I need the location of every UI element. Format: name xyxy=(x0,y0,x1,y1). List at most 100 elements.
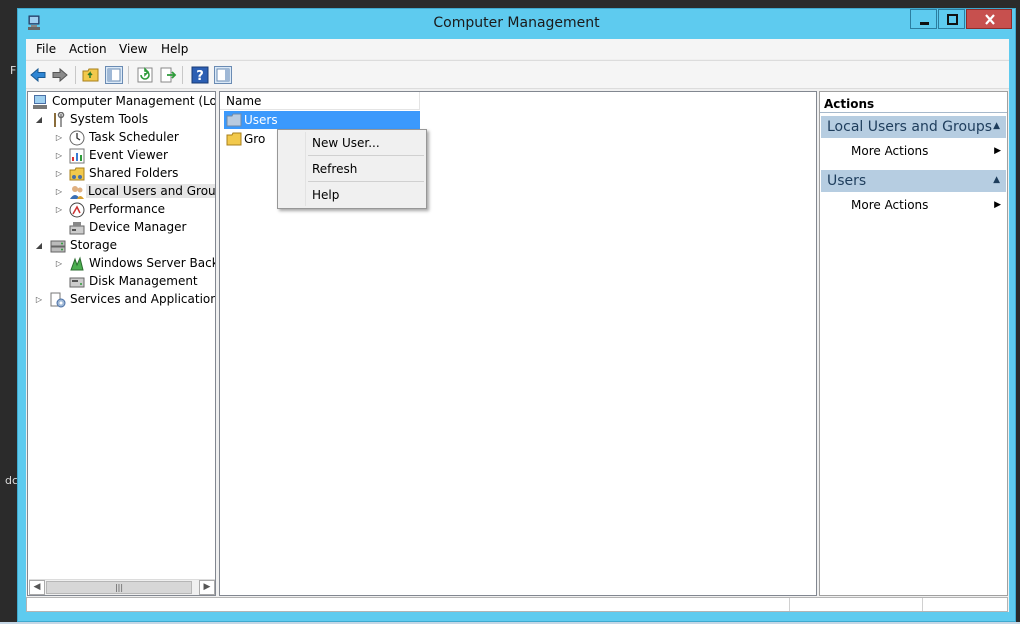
tree-item-task-scheduler[interactable]: ▷ Task Scheduler xyxy=(28,129,215,147)
tree-item-local-users-and-groups[interactable]: ▷ Local Users and Groups xyxy=(28,183,215,201)
export-list-icon[interactable] xyxy=(159,66,177,84)
device-manager-icon xyxy=(69,222,85,235)
context-menu-separator xyxy=(308,155,424,156)
action-group-users[interactable]: Users ▲ xyxy=(821,170,1006,192)
folder-icon xyxy=(226,132,242,146)
show-hide-action-pane-icon[interactable] xyxy=(214,66,232,84)
divider xyxy=(820,112,1007,113)
console-tree: Computer Management (Local ◢ System Tool… xyxy=(27,91,216,596)
tree-item-label: Performance xyxy=(89,202,166,216)
list-item-label: Gro xyxy=(244,132,266,146)
scroll-thumb[interactable]: ||| xyxy=(46,581,192,594)
list-item-label: Users xyxy=(244,113,278,127)
expand-arrow-icon[interactable]: ▷ xyxy=(34,295,44,304)
menu-view[interactable]: View xyxy=(119,42,147,56)
toolbar: ? xyxy=(26,60,1009,89)
minimize-icon xyxy=(920,22,929,25)
context-menu-separator xyxy=(308,181,424,182)
tree-item-label: Storage xyxy=(70,238,117,252)
title-bar[interactable]: Computer Management xyxy=(18,9,1015,39)
computer-management-window: Computer Management File Action View Hel… xyxy=(17,8,1016,622)
more-actions-users[interactable]: More Actions xyxy=(851,198,928,212)
toolbar-separator xyxy=(128,66,129,84)
tree-item-label: Task Scheduler xyxy=(89,130,179,144)
tree-item-label: Local Users and Groups xyxy=(86,184,215,198)
tree-item-label: Shared Folders xyxy=(89,166,179,180)
tree-item-label: Computer Management (Local xyxy=(52,94,216,108)
expand-arrow-icon[interactable]: ▷ xyxy=(54,205,64,214)
scroll-right-button[interactable]: ▶ xyxy=(199,580,215,595)
tree-item-shared-folders[interactable]: ▷ Shared Folders xyxy=(28,165,215,183)
tree-item-performance[interactable]: ▷ Performance xyxy=(28,201,215,219)
tree-item-disk-management[interactable]: Disk Management xyxy=(28,273,215,291)
background-glyph: F xyxy=(10,64,17,77)
context-menu-new-user[interactable]: New User... xyxy=(312,136,380,150)
status-segment xyxy=(789,598,790,611)
actions-title: Actions xyxy=(824,97,875,111)
expand-arrow-icon[interactable]: ▷ xyxy=(54,169,64,178)
collapse-up-icon: ▲ xyxy=(993,175,1000,185)
scroll-left-button[interactable]: ◀ xyxy=(29,580,45,595)
expand-arrow-icon[interactable]: ▷ xyxy=(54,259,64,268)
actions-pane: Actions Local Users and Groups ▲ More Ac… xyxy=(819,91,1008,596)
computer-management-icon xyxy=(33,95,47,109)
event-viewer-icon xyxy=(69,148,85,164)
collapse-arrow-icon[interactable]: ◢ xyxy=(34,241,44,250)
disk-icon xyxy=(69,277,85,288)
folder-icon xyxy=(226,113,242,127)
up-folder-icon[interactable] xyxy=(82,66,100,84)
toolbar-separator xyxy=(75,66,76,84)
shared-folder-icon xyxy=(69,167,85,181)
context-menu-help[interactable]: Help xyxy=(312,188,339,202)
horizontal-scrollbar[interactable]: ◀ ||| ▶ xyxy=(29,579,215,595)
expand-arrow-icon[interactable]: ▷ xyxy=(54,151,64,160)
menu-action[interactable]: Action xyxy=(69,42,107,56)
clock-icon xyxy=(69,130,85,146)
tree-item-event-viewer[interactable]: ▷ Event Viewer xyxy=(28,147,215,165)
show-hide-console-tree-icon[interactable] xyxy=(105,66,123,84)
status-bar xyxy=(26,597,1008,612)
more-actions-local-users[interactable]: More Actions xyxy=(851,144,928,158)
menu-help[interactable]: Help xyxy=(161,42,188,56)
users-group-icon xyxy=(70,186,84,199)
menu-bar: File Action View Help xyxy=(26,39,1009,59)
collapse-up-icon: ▲ xyxy=(993,121,1000,131)
refresh-icon[interactable] xyxy=(136,66,154,84)
context-menu-gutter xyxy=(305,132,306,206)
context-menu-refresh[interactable]: Refresh xyxy=(312,162,357,176)
submenu-arrow-icon: ▶ xyxy=(994,146,1001,156)
close-button[interactable] xyxy=(966,9,1012,29)
maximize-icon xyxy=(947,14,958,25)
expand-arrow-icon[interactable]: ▷ xyxy=(54,187,64,196)
backup-icon xyxy=(70,256,84,271)
action-group-label: Users xyxy=(827,173,867,189)
forward-arrow-icon[interactable] xyxy=(51,66,69,84)
tree-item-device-manager[interactable]: Device Manager xyxy=(28,219,215,237)
back-arrow-icon[interactable] xyxy=(29,66,47,84)
minimize-button[interactable] xyxy=(910,9,937,29)
collapse-arrow-icon[interactable]: ◢ xyxy=(34,115,44,124)
toolbar-separator xyxy=(182,66,183,84)
tree-item-storage[interactable]: ◢ Storage xyxy=(28,237,215,255)
action-group-local-users-and-groups[interactable]: Local Users and Groups ▲ xyxy=(821,116,1006,138)
tree-item-services-and-applications[interactable]: ▷ Services and Applications xyxy=(28,291,216,309)
tree-item-label: Services and Applications xyxy=(70,292,216,306)
submenu-arrow-icon: ▶ xyxy=(994,200,1001,210)
tree-item-computer-management[interactable]: Computer Management (Local xyxy=(28,93,216,111)
client-area: File Action View Help ? Computer Managem… xyxy=(26,39,1009,612)
maximize-button[interactable] xyxy=(938,9,965,29)
column-header-name[interactable]: Name xyxy=(220,92,420,110)
menu-file[interactable]: File xyxy=(36,42,56,56)
expand-arrow-icon[interactable]: ▷ xyxy=(54,133,64,142)
tree-item-windows-server-backup[interactable]: ▷ Windows Server Backup xyxy=(28,255,215,273)
services-icon xyxy=(50,292,66,308)
svg-text:?: ? xyxy=(196,69,204,84)
tree-item-label: Windows Server Backup xyxy=(89,256,215,270)
storage-icon xyxy=(50,240,66,253)
list-item-users[interactable]: Users xyxy=(224,111,420,129)
status-segment xyxy=(922,598,923,611)
tools-icon xyxy=(54,112,65,127)
tree-item-label: Disk Management xyxy=(89,274,198,288)
help-icon[interactable]: ? xyxy=(191,66,209,84)
tree-item-system-tools[interactable]: ◢ System Tools xyxy=(28,111,215,129)
